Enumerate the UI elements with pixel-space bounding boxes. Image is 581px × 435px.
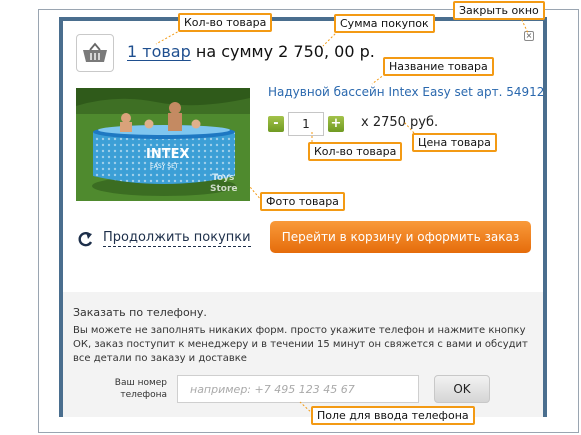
callout-close: Закрыть окно: [453, 1, 545, 20]
phone-order-section: Заказать по телефону. Вы можете не запол…: [63, 292, 543, 417]
callout-phone-field: Поле для ввода телефона: [311, 406, 475, 425]
increase-button[interactable]: +: [328, 116, 344, 132]
callout-sum: Сумма покупок: [334, 14, 435, 33]
continue-shopping-label: Продолжить покупки: [103, 230, 251, 247]
watermark-top: Toys: [212, 173, 234, 183]
unit-price: х 2750 руб.: [361, 115, 439, 130]
decrease-button[interactable]: -: [268, 116, 284, 132]
callout-photo: Фото товара: [260, 192, 345, 211]
checkout-button[interactable]: Перейти в корзину и оформить заказ: [270, 221, 531, 253]
watermark-bottom: Store: [210, 184, 238, 194]
product-name-link[interactable]: Надувной бассейн Intex Easy set арт. 549…: [268, 85, 544, 99]
phone-input[interactable]: [177, 375, 419, 403]
product-photo: INTEX EASY SET Toys Store: [76, 88, 250, 201]
photo-model-text: EASY SET: [150, 163, 179, 170]
cart-popup: 1 товар на сумму 2 750, 00 р. × Надувной…: [59, 17, 547, 417]
close-icon[interactable]: ×: [524, 31, 534, 41]
phone-order-description: Вы можете не заполнять никаких форм. про…: [73, 325, 528, 364]
phone-field-label: Ваш номер телефона: [114, 378, 167, 400]
cart-qty-link[interactable]: 1 товар: [127, 42, 191, 61]
callout-price: Цена товара: [412, 133, 497, 152]
callout-qty-top: Кол-во товара: [178, 13, 273, 32]
photo-brand-text: INTEX: [146, 147, 190, 162]
callout-name: Название товара: [383, 57, 494, 76]
ok-button[interactable]: OK: [434, 375, 490, 403]
continue-shopping-link[interactable]: Продолжить покупки: [77, 230, 251, 247]
phone-order-title: Заказать по телефону.: [73, 306, 207, 319]
cart-summary: 1 товар на сумму 2 750, 00 р.: [127, 42, 375, 61]
quantity-stepper: - +: [268, 112, 344, 136]
refresh-arrow-icon: [78, 231, 93, 246]
basket-icon: [76, 34, 114, 72]
quantity-input[interactable]: [288, 112, 324, 136]
cart-total-text: на сумму 2 750, 00 р.: [190, 42, 375, 61]
callout-qty-mid: Кол-во товара: [308, 142, 403, 161]
